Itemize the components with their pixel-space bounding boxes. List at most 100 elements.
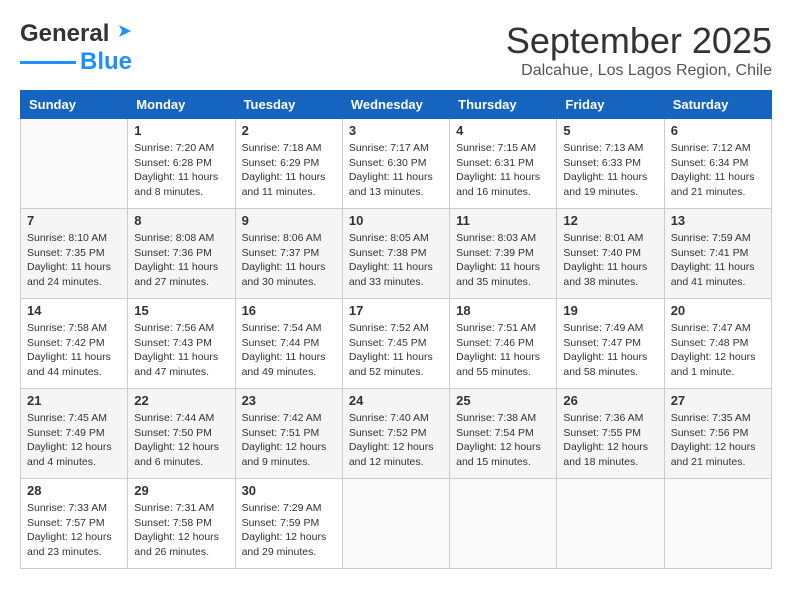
location: Dalcahue, Los Lagos Region, Chile xyxy=(506,62,772,80)
day-info: Sunrise: 7:38 AM Sunset: 7:54 PM Dayligh… xyxy=(456,411,550,470)
calendar-cell: 27 Sunrise: 7:35 AM Sunset: 7:56 PM Dayli… xyxy=(664,389,771,479)
calendar-row: 28Sunrise: 7:33 AM Sunset: 7:57 PM Dayli… xyxy=(21,479,772,569)
calendar-cell xyxy=(450,479,557,569)
day-number: 16 xyxy=(242,303,336,318)
day-info: Sunrise: 7:13 AM Sunset: 6:33 PM Dayligh… xyxy=(563,141,657,200)
page-header: General Blue September 2025 Dalcahue, Lo… xyxy=(20,20,772,80)
day-info: Sunrise: 8:10 AM Sunset: 7:35 PM Dayligh… xyxy=(27,231,121,290)
day-info: Sunrise: 7:49 AM Sunset: 7:47 PM Dayligh… xyxy=(563,321,657,380)
day-number: 14 xyxy=(27,303,121,318)
calendar-cell: 1 Sunrise: 7:20 AM Sunset: 6:28 PM Daylig… xyxy=(128,119,235,209)
calendar-cell: 5 Sunrise: 7:13 AM Sunset: 6:33 PM Daylig… xyxy=(557,119,664,209)
calendar-cell: 13 Sunrise: 7:59 AM Sunset: 7:41 PM Dayli… xyxy=(664,209,771,299)
day-number: 27 xyxy=(671,393,765,408)
day-number: 26 xyxy=(563,393,657,408)
day-number: 1 xyxy=(134,123,228,138)
calendar-cell: 21Sunrise: 7:45 AM Sunset: 7:49 PM Dayli… xyxy=(21,389,128,479)
day-info: Sunrise: 7:36 AM Sunset: 7:55 PM Dayligh… xyxy=(563,411,657,470)
day-info: Sunrise: 7:51 AM Sunset: 7:46 PM Dayligh… xyxy=(456,321,550,380)
day-info: Sunrise: 7:18 AM Sunset: 6:29 PM Dayligh… xyxy=(242,141,336,200)
calendar-cell xyxy=(664,479,771,569)
calendar-cell: 18 Sunrise: 7:51 AM Sunset: 7:46 PM Dayli… xyxy=(450,299,557,389)
calendar-cell: 22 Sunrise: 7:44 AM Sunset: 7:50 PM Dayli… xyxy=(128,389,235,479)
calendar-row: 14 Sunrise: 7:58 AM Sunset: 7:42 PM Dayli… xyxy=(21,299,772,389)
day-info: Sunrise: 8:08 AM Sunset: 7:36 PM Dayligh… xyxy=(134,231,228,290)
day-number: 15 xyxy=(134,303,228,318)
calendar-cell: 12 Sunrise: 8:01 AM Sunset: 7:40 PM Dayli… xyxy=(557,209,664,299)
day-number: 21 xyxy=(27,393,121,408)
calendar-cell: 7 Sunrise: 8:10 AM Sunset: 7:35 PM Daylig… xyxy=(21,209,128,299)
day-number: 5 xyxy=(563,123,657,138)
calendar-cell: 26 Sunrise: 7:36 AM Sunset: 7:55 PM Dayli… xyxy=(557,389,664,479)
calendar-cell: 24 Sunrise: 7:40 AM Sunset: 7:52 PM Dayli… xyxy=(342,389,449,479)
day-number: 13 xyxy=(671,213,765,228)
day-number: 23 xyxy=(242,393,336,408)
calendar-header-row: Sunday Monday Tuesday Wednesday Thursday… xyxy=(21,91,772,119)
calendar-cell: 9 Sunrise: 8:06 AM Sunset: 7:37 PM Daylig… xyxy=(235,209,342,299)
calendar-cell: 28Sunrise: 7:33 AM Sunset: 7:57 PM Dayli… xyxy=(21,479,128,569)
day-info: Sunrise: 7:12 AM Sunset: 6:34 PM Dayligh… xyxy=(671,141,765,200)
day-number: 11 xyxy=(456,213,550,228)
calendar-cell: 11Sunrise: 8:03 AM Sunset: 7:39 PM Dayli… xyxy=(450,209,557,299)
calendar-cell: 19 Sunrise: 7:49 AM Sunset: 7:47 PM Dayli… xyxy=(557,299,664,389)
day-info: Sunrise: 8:06 AM Sunset: 7:37 PM Dayligh… xyxy=(242,231,336,290)
day-number: 2 xyxy=(242,123,336,138)
day-info: Sunrise: 7:44 AM Sunset: 7:50 PM Dayligh… xyxy=(134,411,228,470)
header-thursday: Thursday xyxy=(450,91,557,119)
month-title: September 2025 xyxy=(506,20,772,62)
header-wednesday: Wednesday xyxy=(342,91,449,119)
day-number: 6 xyxy=(671,123,765,138)
day-number: 18 xyxy=(456,303,550,318)
header-friday: Friday xyxy=(557,91,664,119)
logo-bird-icon xyxy=(111,23,133,45)
day-number: 8 xyxy=(134,213,228,228)
day-info: Sunrise: 7:29 AM Sunset: 7:59 PM Dayligh… xyxy=(242,501,336,560)
calendar-cell: 17Sunrise: 7:52 AM Sunset: 7:45 PM Dayli… xyxy=(342,299,449,389)
header-tuesday: Tuesday xyxy=(235,91,342,119)
calendar-cell: 6 Sunrise: 7:12 AM Sunset: 6:34 PM Daylig… xyxy=(664,119,771,209)
day-number: 22 xyxy=(134,393,228,408)
day-info: Sunrise: 8:01 AM Sunset: 7:40 PM Dayligh… xyxy=(563,231,657,290)
calendar-cell xyxy=(21,119,128,209)
day-info: Sunrise: 7:31 AM Sunset: 7:58 PM Dayligh… xyxy=(134,501,228,560)
calendar-cell: 14 Sunrise: 7:58 AM Sunset: 7:42 PM Dayli… xyxy=(21,299,128,389)
day-info: Sunrise: 7:35 AM Sunset: 7:56 PM Dayligh… xyxy=(671,411,765,470)
logo-blue: Blue xyxy=(80,48,132,76)
day-info: Sunrise: 7:42 AM Sunset: 7:51 PM Dayligh… xyxy=(242,411,336,470)
calendar-cell: 10 Sunrise: 8:05 AM Sunset: 7:38 PM Dayli… xyxy=(342,209,449,299)
day-number: 29 xyxy=(134,483,228,498)
day-number: 9 xyxy=(242,213,336,228)
day-number: 10 xyxy=(349,213,443,228)
calendar-cell: 2 Sunrise: 7:18 AM Sunset: 6:29 PM Daylig… xyxy=(235,119,342,209)
day-number: 28 xyxy=(27,483,121,498)
day-number: 25 xyxy=(456,393,550,408)
day-number: 12 xyxy=(563,213,657,228)
day-number: 17 xyxy=(349,303,443,318)
day-info: Sunrise: 8:05 AM Sunset: 7:38 PM Dayligh… xyxy=(349,231,443,290)
day-info: Sunrise: 7:20 AM Sunset: 6:28 PM Dayligh… xyxy=(134,141,228,200)
day-number: 19 xyxy=(563,303,657,318)
header-saturday: Saturday xyxy=(664,91,771,119)
calendar-cell: 30Sunrise: 7:29 AM Sunset: 7:59 PM Dayli… xyxy=(235,479,342,569)
calendar-cell: 29 Sunrise: 7:31 AM Sunset: 7:58 PM Dayli… xyxy=(128,479,235,569)
calendar-row: 7 Sunrise: 8:10 AM Sunset: 7:35 PM Daylig… xyxy=(21,209,772,299)
calendar-row: 1 Sunrise: 7:20 AM Sunset: 6:28 PM Daylig… xyxy=(21,119,772,209)
day-info: Sunrise: 7:40 AM Sunset: 7:52 PM Dayligh… xyxy=(349,411,443,470)
day-info: Sunrise: 7:15 AM Sunset: 6:31 PM Dayligh… xyxy=(456,141,550,200)
logo: General Blue xyxy=(20,20,133,76)
calendar-cell: 3Sunrise: 7:17 AM Sunset: 6:30 PM Daylig… xyxy=(342,119,449,209)
calendar-table: Sunday Monday Tuesday Wednesday Thursday… xyxy=(20,90,772,569)
day-number: 7 xyxy=(27,213,121,228)
day-info: Sunrise: 7:58 AM Sunset: 7:42 PM Dayligh… xyxy=(27,321,121,380)
day-number: 24 xyxy=(349,393,443,408)
title-section: September 2025 Dalcahue, Los Lagos Regio… xyxy=(506,20,772,80)
calendar-cell xyxy=(557,479,664,569)
day-info: Sunrise: 7:56 AM Sunset: 7:43 PM Dayligh… xyxy=(134,321,228,380)
calendar-cell: 20Sunrise: 7:47 AM Sunset: 7:48 PM Dayli… xyxy=(664,299,771,389)
header-monday: Monday xyxy=(128,91,235,119)
day-number: 4 xyxy=(456,123,550,138)
day-info: Sunrise: 7:59 AM Sunset: 7:41 PM Dayligh… xyxy=(671,231,765,290)
day-info: Sunrise: 7:54 AM Sunset: 7:44 PM Dayligh… xyxy=(242,321,336,380)
calendar-cell: 8 Sunrise: 8:08 AM Sunset: 7:36 PM Daylig… xyxy=(128,209,235,299)
calendar-cell xyxy=(342,479,449,569)
